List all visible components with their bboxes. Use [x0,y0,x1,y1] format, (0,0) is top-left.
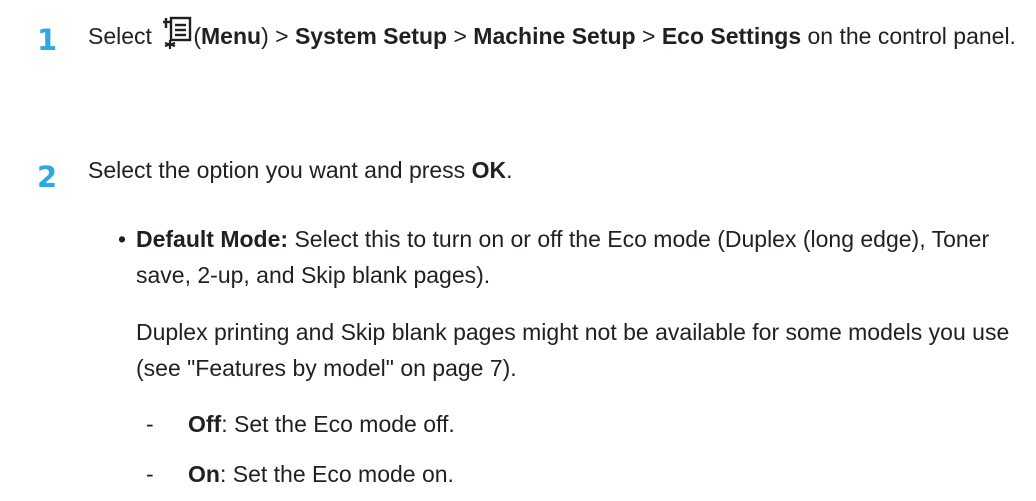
ok-key-label: OK [471,157,507,183]
option-label: Default Mode: [136,226,289,252]
option-default-mode-text: Default Mode: Select this to turn on or … [136,226,990,288]
menu-path-machine-setup: Machine Setup [473,23,636,49]
dash-marker: - [146,461,154,487]
step-number: 1 [37,23,58,57]
sub-option-label: Off [188,411,222,437]
menu-path-eco-settings: Eco Settings [661,23,802,49]
step-instruction: Select (Menu) > System Setup > Machine S… [88,16,1028,54]
bullet-marker: • [118,226,127,252]
step-instruction: Select the option you want and press OK. [88,157,513,183]
step-number: 2 [37,160,58,194]
dash-marker: - [146,411,154,437]
sub-option-label: On [188,461,220,487]
menu-path-system-setup: System Setup [294,23,448,49]
menu-icon [163,16,192,49]
menu-label: Menu [201,23,262,49]
option-note: Duplex printing and Skip blank pages mig… [136,319,1010,381]
